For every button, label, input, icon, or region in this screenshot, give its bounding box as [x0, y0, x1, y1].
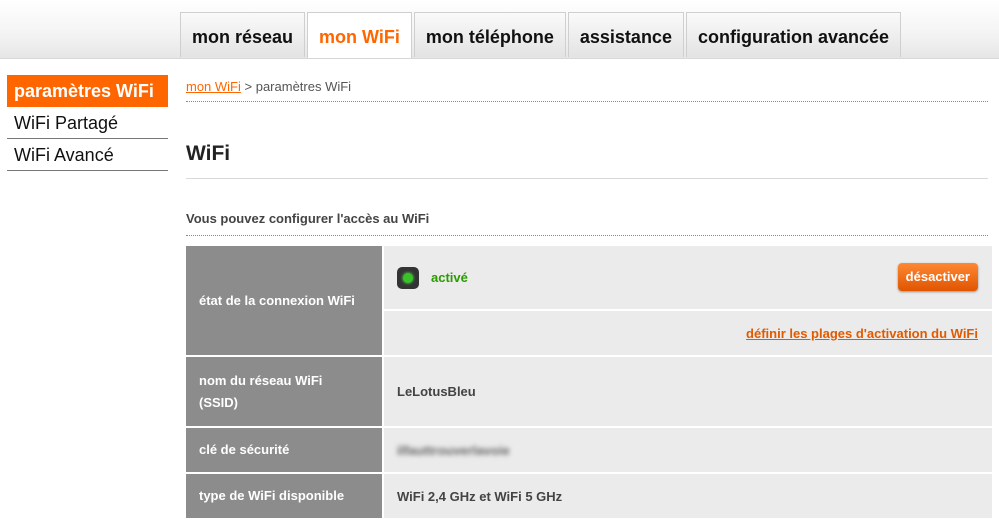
ssid-values: LeLotusBleu: [384, 357, 992, 426]
sidebar-item-parametres-wifi[interactable]: paramètres WiFi: [7, 75, 168, 107]
connection-status-row: état de la connexion WiFi activé désacti…: [186, 246, 992, 355]
ssid-row: nom du réseau WiFi (SSID) LeLotusBleu: [186, 357, 992, 426]
activation-schedule-cell: définir les plages d'activation du WiFi: [384, 311, 992, 355]
connection-status-values: activé désactiver définir les plages d'a…: [384, 246, 992, 355]
security-key-label: clé de sécurité: [186, 428, 382, 472]
wifi-type-label: type de WiFi disponible: [186, 474, 382, 518]
tab-mon-telephone[interactable]: mon téléphone: [413, 12, 566, 57]
connection-status-cell: activé désactiver: [384, 246, 992, 309]
sidebar-item-wifi-avance[interactable]: WiFi Avancé: [7, 139, 168, 171]
wifi-type-values: WiFi 2,4 GHz et WiFi 5 GHz: [384, 474, 992, 518]
connection-status-label: état de la connexion WiFi: [186, 246, 382, 355]
tab-assistance[interactable]: assistance: [567, 12, 684, 57]
page-title: WiFi: [186, 142, 988, 179]
wifi-settings-table: état de la connexion WiFi activé désacti…: [186, 246, 992, 520]
deactivate-button[interactable]: désactiver: [897, 263, 978, 291]
breadcrumb-link-mon-wifi[interactable]: mon WiFi: [186, 79, 241, 94]
status-led-icon: [397, 266, 419, 289]
security-key-row: clé de sécurité ilfauttrouverlavoie: [186, 428, 992, 472]
wifi-type-row: type de WiFi disponible WiFi 2,4 GHz et …: [186, 474, 992, 518]
sidebar-item-wifi-partage[interactable]: WiFi Partagé: [7, 107, 168, 139]
top-navigation-bar: mon réseau mon WiFi mon téléphone assist…: [0, 0, 999, 59]
ssid-value: LeLotusBleu: [384, 357, 992, 426]
security-key-value: ilfauttrouverlavoie: [397, 442, 510, 458]
breadcrumb-separator: >: [240, 79, 256, 94]
main-tabs: mon réseau mon WiFi mon téléphone assist…: [180, 12, 903, 58]
breadcrumb: mon WiFi > paramètres WiFi: [186, 79, 988, 102]
activation-schedule-link[interactable]: définir les plages d'activation du WiFi: [746, 326, 978, 341]
security-key-cell: ilfauttrouverlavoie: [384, 428, 992, 472]
section-title: Vous pouvez configurer l'accès au WiFi: [186, 211, 988, 236]
connection-status-text: activé: [431, 270, 468, 285]
tab-configuration-avancee[interactable]: configuration avancée: [685, 12, 902, 57]
breadcrumb-current: paramètres WiFi: [255, 79, 352, 94]
wifi-type-value: WiFi 2,4 GHz et WiFi 5 GHz: [384, 474, 992, 518]
tab-mon-wifi[interactable]: mon WiFi: [307, 12, 412, 58]
ssid-label: nom du réseau WiFi (SSID): [186, 357, 382, 426]
security-key-values: ilfauttrouverlavoie: [384, 428, 992, 472]
sidebar-menu: paramètres WiFi WiFi Partagé WiFi Avancé: [7, 75, 168, 171]
tab-mon-reseau[interactable]: mon réseau: [180, 12, 306, 57]
